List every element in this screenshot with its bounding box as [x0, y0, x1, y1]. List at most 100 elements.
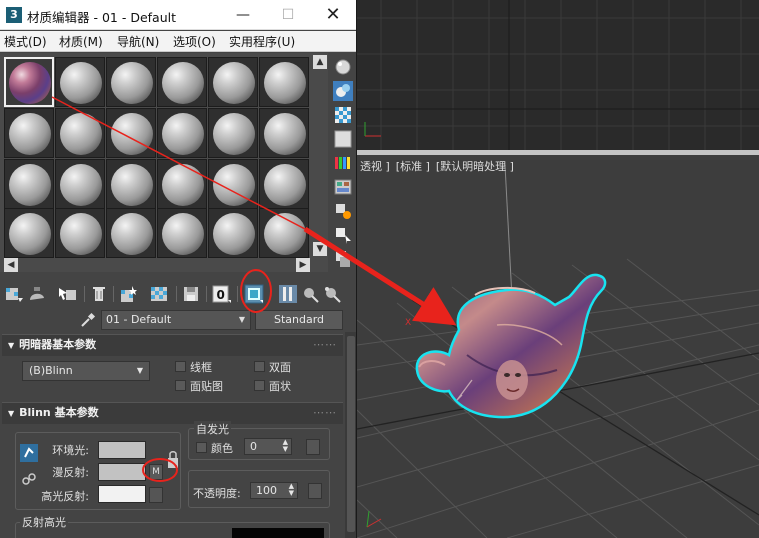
teapot-object[interactable]	[415, 273, 607, 419]
make-preview-icon[interactable]	[333, 177, 353, 197]
sample-uv-tiling-icon[interactable]	[333, 129, 353, 149]
faceted-checkbox[interactable]	[254, 380, 265, 391]
close-button[interactable]: ✕	[311, 0, 355, 30]
sample-slot[interactable]	[55, 159, 105, 209]
show-shaded-material-in-viewport-icon[interactable]	[244, 284, 264, 304]
viewport-view-label[interactable]: 透视 ]	[360, 160, 390, 173]
sample-slot[interactable]	[157, 159, 207, 209]
parameters-scrollbar[interactable]	[345, 332, 356, 538]
slot-vertical-scrollbar[interactable]: ▲ ▼	[312, 53, 328, 258]
specular-highlights-title: 反射高光	[20, 514, 68, 530]
self-illum-map-button[interactable]	[306, 439, 320, 455]
menu-navigation[interactable]: 导航(N)	[117, 33, 159, 50]
material-name-input[interactable]: 01 - Default ▼	[101, 310, 251, 330]
opacity-spinner[interactable]: 100 ▲ ▼	[250, 482, 298, 499]
sample-slot[interactable]	[4, 159, 54, 209]
sample-slot[interactable]	[55, 108, 105, 158]
diffuse-color-swatch[interactable]	[98, 463, 146, 481]
go-to-parent-icon[interactable]	[300, 284, 320, 304]
video-color-check-icon[interactable]	[333, 153, 353, 173]
material-map-navigator-icon[interactable]	[333, 249, 353, 269]
make-material-copy-icon[interactable]	[118, 284, 138, 304]
menu-options[interactable]: 选项(O)	[173, 33, 216, 50]
sample-slot[interactable]	[157, 108, 207, 158]
sample-slot[interactable]	[55, 208, 105, 258]
spinner-arrows-icon[interactable]: ▲ ▼	[289, 483, 294, 497]
shader-type-dropdown[interactable]: (B)Blinn ▼	[22, 361, 150, 381]
sample-slot[interactable]	[4, 108, 54, 158]
sample-type-sphere-icon[interactable]	[333, 57, 353, 77]
menu-bar: 模式(D) 材质(M) 导航(N) 选项(O) 实用程序(U)	[0, 31, 356, 52]
ambient-color-swatch[interactable]	[98, 441, 146, 459]
put-material-to-scene-icon[interactable]	[27, 284, 47, 304]
sample-slot[interactable]	[259, 57, 309, 107]
sample-slot[interactable]	[55, 57, 105, 107]
eyedropper-icon[interactable]	[80, 312, 96, 328]
sample-slot[interactable]	[106, 208, 156, 258]
viewport-shading-label[interactable]: [标准 ]	[396, 160, 430, 173]
maximize-button[interactable]: ☐	[266, 0, 310, 30]
assign-material-to-selection-icon[interactable]	[57, 284, 77, 304]
material-id-channel-icon[interactable]: 0	[212, 284, 232, 304]
slot-horizontal-scrollbar[interactable]: ◀ ▶	[0, 258, 328, 272]
reset-map-trash-icon[interactable]	[89, 284, 109, 304]
sample-slot[interactable]	[157, 57, 207, 107]
sample-slot-active[interactable]	[4, 57, 54, 107]
perspective-viewport[interactable]: X 透视 ][标准] [默认明暗处理]	[357, 155, 759, 538]
put-to-library-icon[interactable]	[181, 284, 201, 304]
viewport-lighting-label[interactable]: [默认明暗处理 ]	[436, 160, 514, 173]
sample-slot[interactable]	[157, 208, 207, 258]
scroll-up-icon[interactable]: ▲	[313, 55, 327, 69]
make-unique-icon[interactable]	[149, 284, 169, 304]
select-by-material-icon[interactable]	[333, 225, 353, 245]
sample-slot[interactable]	[4, 208, 54, 258]
show-end-result-icon[interactable]	[278, 284, 298, 304]
sample-slot[interactable]	[106, 108, 156, 158]
backlight-icon[interactable]	[333, 81, 353, 101]
title-bar[interactable]: 3 材质编辑器 - 01 - Default — ☐ ✕	[0, 0, 356, 30]
go-forward-to-sibling-icon[interactable]	[322, 284, 342, 304]
specular-color-swatch[interactable]	[98, 485, 146, 503]
shader-basic-params-header[interactable]: ▼ 明暗器基本参数 ⋯⋯	[2, 334, 343, 356]
sample-slot[interactable]	[106, 159, 156, 209]
sample-slot[interactable]	[106, 57, 156, 107]
opacity-map-button[interactable]	[308, 483, 322, 499]
chevron-down-icon: ▼	[238, 315, 245, 324]
drag-handle-icon[interactable]: ⋯⋯	[313, 335, 337, 355]
menu-material[interactable]: 材质(M)	[59, 33, 103, 50]
diffuse-map-button[interactable]: M	[149, 464, 163, 480]
options-icon[interactable]	[333, 201, 353, 221]
get-material-icon[interactable]	[4, 284, 24, 304]
material-type-button[interactable]: Standard	[255, 310, 343, 330]
toolbar-separator	[113, 286, 114, 302]
minimize-button[interactable]: —	[221, 0, 265, 30]
lock-ambient-diffuse-icon[interactable]	[20, 444, 38, 462]
spinner-arrows-icon[interactable]: ▲ ▼	[283, 439, 288, 453]
menu-mode[interactable]: 模式(D)	[4, 33, 47, 50]
blinn-basic-params-header[interactable]: ▼ Blinn 基本参数 ⋯⋯	[2, 402, 343, 424]
menu-utilities[interactable]: 实用程序(U)	[229, 33, 295, 50]
scroll-down-icon[interactable]: ▼	[313, 242, 327, 256]
specular-map-button[interactable]	[149, 487, 163, 503]
scrollbar-thumb[interactable]	[347, 336, 355, 532]
wire-checkbox[interactable]	[175, 361, 186, 372]
face-map-checkbox[interactable]	[175, 380, 186, 391]
sample-slot[interactable]	[259, 208, 309, 258]
sample-slot[interactable]	[259, 159, 309, 209]
top-viewport[interactable]	[357, 0, 759, 150]
sample-slot[interactable]	[208, 57, 258, 107]
viewport-label[interactable]: 透视 ] [标准 ] [默认明暗处理 ]	[360, 158, 520, 174]
scroll-right-icon[interactable]: ▶	[296, 258, 310, 272]
background-checker-icon[interactable]	[333, 105, 353, 125]
self-illum-spinner[interactable]: 0 ▲ ▼	[244, 438, 292, 455]
sample-slot[interactable]	[208, 108, 258, 158]
self-illum-color-checkbox[interactable]	[196, 442, 207, 453]
sample-slot[interactable]	[208, 159, 258, 209]
link-icon[interactable]	[20, 470, 38, 488]
two-sided-checkbox[interactable]	[254, 361, 265, 372]
sample-slot[interactable]	[208, 208, 258, 258]
sample-slot[interactable]	[259, 108, 309, 158]
lock-icon[interactable]	[167, 450, 179, 472]
scroll-left-icon[interactable]: ◀	[4, 258, 18, 272]
drag-handle-icon[interactable]: ⋯⋯	[313, 403, 337, 423]
